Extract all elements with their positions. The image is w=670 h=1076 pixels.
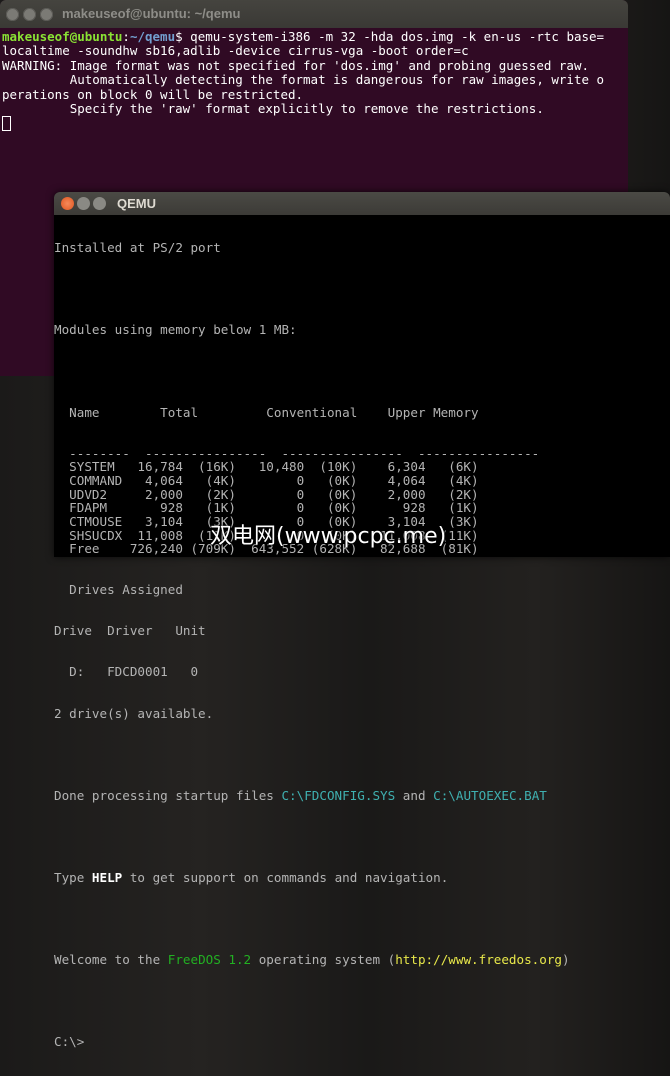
mem-table-row: SYSTEM 16,784 (16K) 10,480 (10K) 6,304 (…	[54, 459, 479, 475]
dos-line: 2 drive(s) available.	[54, 705, 214, 721]
dos-line: Modules using memory below 1 MB:	[54, 322, 297, 338]
qemu-titlebar[interactable]: QEMU	[54, 192, 670, 215]
maximize-icon[interactable]	[40, 8, 53, 21]
watermark: 双电网(www.pcpc.me)	[210, 524, 447, 549]
qemu-title: QEMU	[117, 196, 156, 211]
text-cursor	[2, 116, 11, 132]
help-keyword: HELP	[91, 869, 123, 885]
config-file: C:\FDCONFIG.SYS	[281, 787, 396, 803]
output-line: perations on block 0 will be restricted.	[2, 86, 304, 102]
mem-table-separator: -------- ---------------- --------------…	[54, 445, 540, 461]
mem-table-header: Name Total Conventional Upper Memory	[54, 404, 479, 420]
minimize-icon[interactable]	[23, 8, 36, 21]
dos-line: Done processing startup files C:\FDCONFI…	[54, 787, 547, 803]
dos-screen[interactable]: Installed at PS/2 port Modules using mem…	[54, 214, 670, 1076]
maximize-icon[interactable]	[93, 197, 106, 210]
terminal-titlebar[interactable]: makeuseof@ubuntu: ~/qemu	[0, 0, 628, 28]
mem-table-row: COMMAND 4,064 (4K) 0 (0K) 4,064 (4K)	[54, 472, 479, 488]
dos-line: Installed at PS/2 port	[54, 240, 221, 256]
terminal-output[interactable]: makeuseof@ubuntu:~/qemu$ qemu-system-i38…	[0, 28, 628, 133]
minimize-icon[interactable]	[77, 197, 90, 210]
dos-line: Drives Assigned	[54, 582, 183, 598]
mem-table-row: FDAPM 928 (1K) 0 (0K) 928 (1K)	[54, 500, 479, 516]
output-line: Specify the 'raw' format explicitly to r…	[2, 101, 544, 117]
output-line: localtime -soundhw sb16,adlib -device ci…	[2, 43, 469, 59]
terminal-title: makeuseof@ubuntu: ~/qemu	[62, 6, 241, 21]
os-name: FreeDOS 1.2	[167, 951, 252, 967]
freedos-url: http://www.freedos.org	[395, 951, 563, 967]
dos-line: Type HELP to get support on commands and…	[54, 869, 449, 885]
prompt-user: makeuseof@ubuntu	[2, 29, 123, 44]
close-icon[interactable]	[6, 8, 19, 21]
dos-prompt[interactable]: C:\>	[54, 1035, 670, 1049]
dos-line: Welcome to the FreeDOS 1.2 operating sys…	[54, 951, 570, 967]
close-icon[interactable]	[61, 197, 74, 210]
prompt-separator: :	[122, 29, 130, 44]
command-text: qemu-system-i386 -m 32 -hda dos.img -k e…	[190, 29, 605, 44]
qemu-window: QEMU Installed at PS/2 port Modules usin…	[54, 192, 670, 1048]
output-line: Automatically detecting the format is da…	[2, 72, 605, 88]
dos-line: D: FDCD0001 0	[54, 664, 199, 680]
autoexec-file: C:\AUTOEXEC.BAT	[433, 787, 547, 803]
output-line: WARNING: Image format was not specified …	[2, 57, 589, 73]
prompt-path: ~/qemu	[129, 29, 176, 44]
mem-table-row: UDVD2 2,000 (2K) 0 (0K) 2,000 (2K)	[54, 486, 479, 502]
dos-line: Drive Driver Unit	[54, 623, 206, 639]
prompt-symbol: $	[175, 29, 191, 44]
